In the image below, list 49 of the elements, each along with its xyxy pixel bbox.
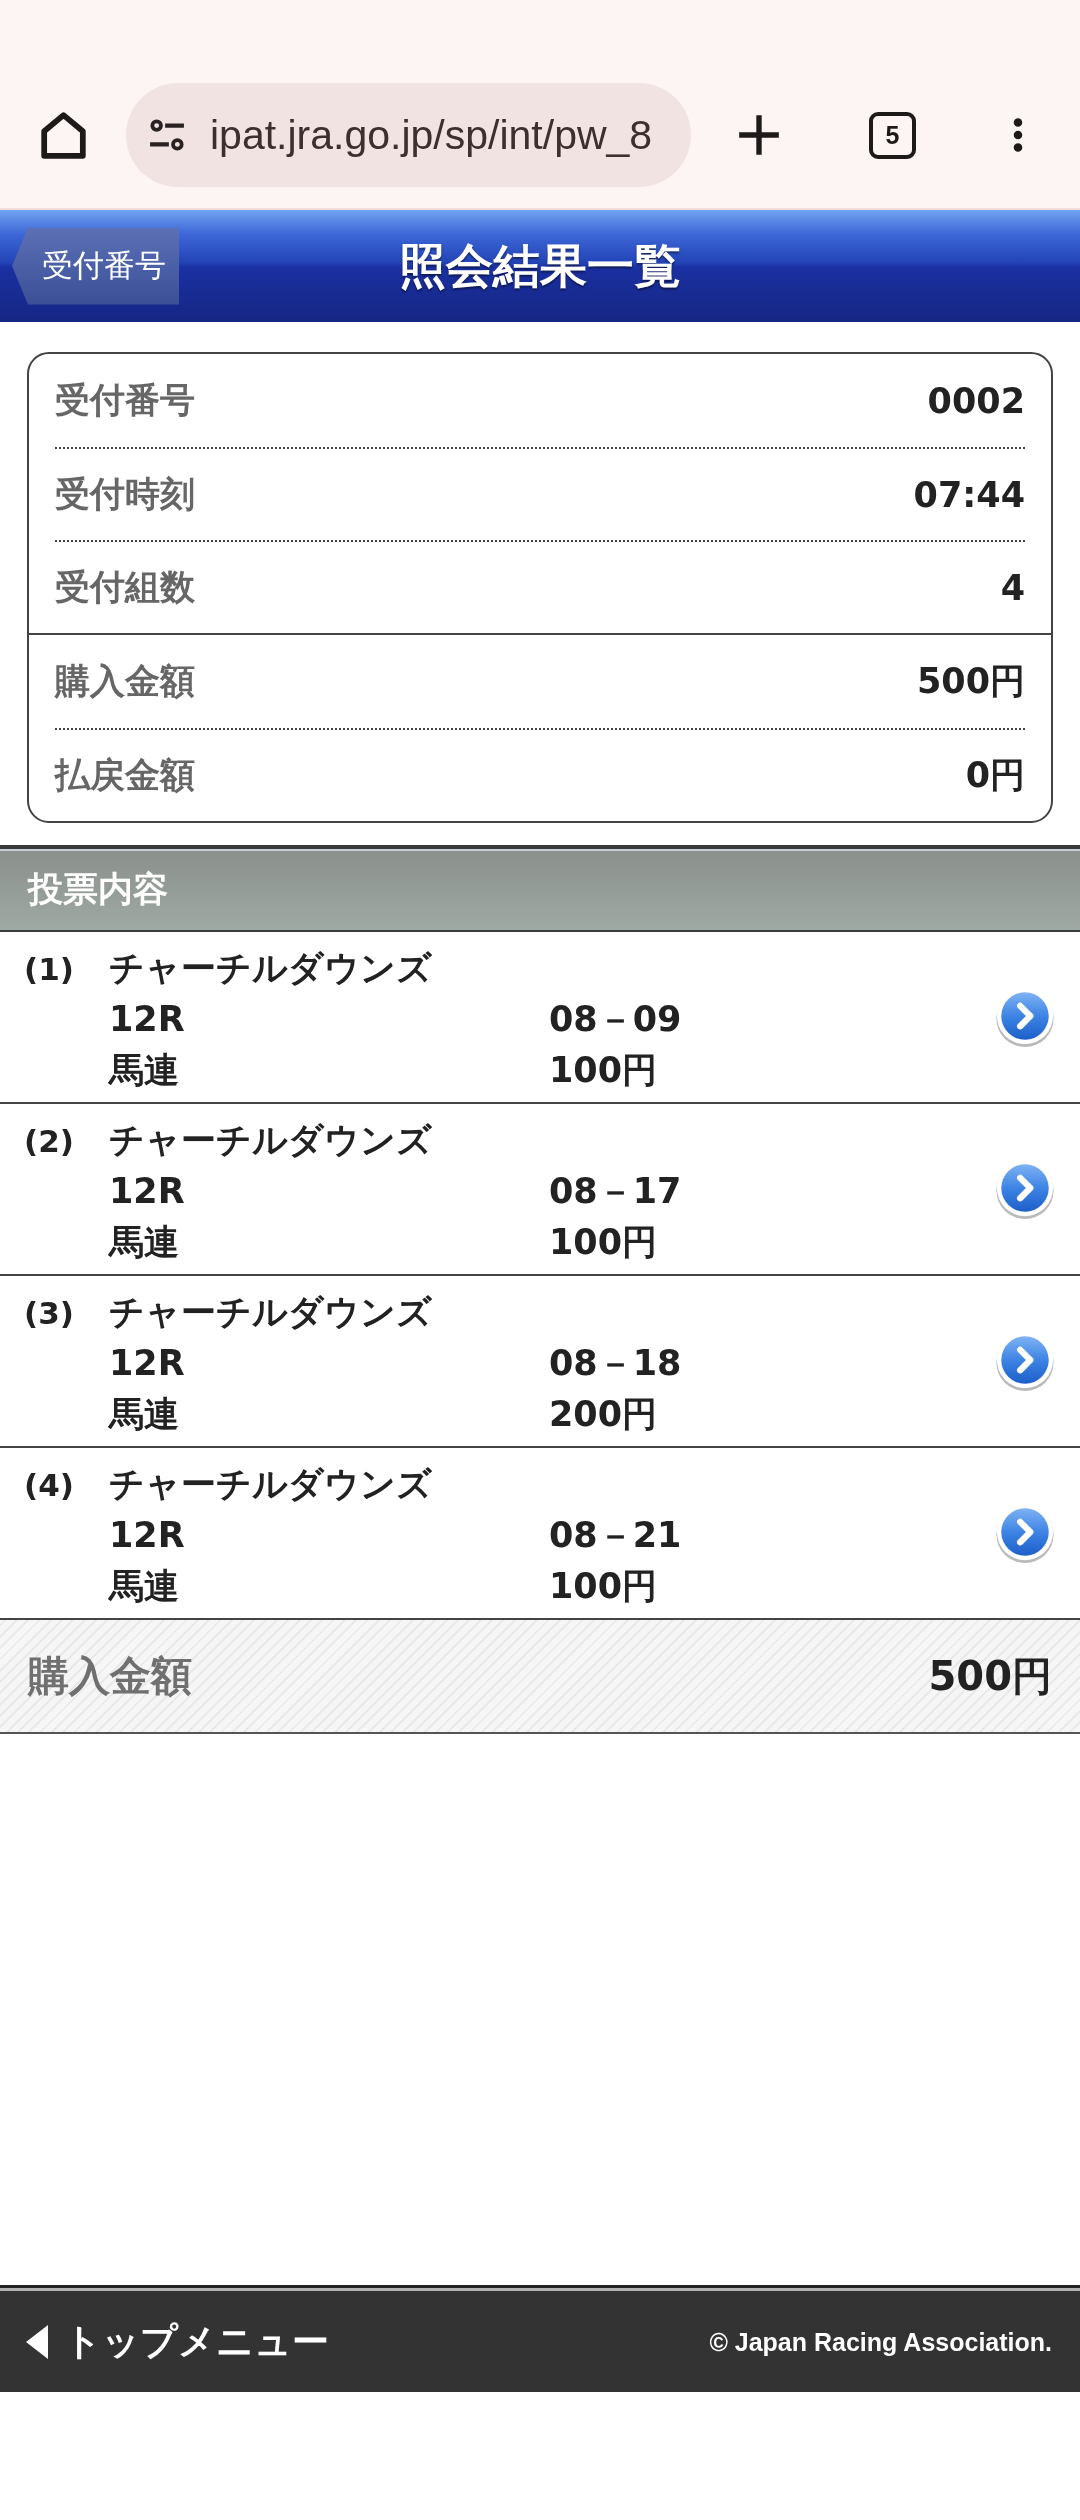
horse-combination: 08－21 xyxy=(549,1514,682,1557)
back-button[interactable]: 受付番号 xyxy=(12,227,179,305)
field-label: 購入金額 xyxy=(55,660,195,703)
page-title: 照会結果一覧 xyxy=(399,236,681,295)
race-number: 12R xyxy=(109,1170,185,1213)
bet-number: (3) xyxy=(24,1294,75,1333)
venue-name: チャーチルダウンズ xyxy=(109,1463,432,1506)
bet-type: 馬連 xyxy=(109,1221,179,1264)
home-icon[interactable] xyxy=(40,111,87,159)
bet-type: 馬連 xyxy=(109,1393,179,1436)
race-number: 12R xyxy=(109,998,185,1041)
venue-name: チャーチルダウンズ xyxy=(109,1119,432,1162)
triangle-left-icon xyxy=(26,2325,48,2359)
bet-amount: 100円 xyxy=(549,1221,658,1264)
bet-amount: 100円 xyxy=(549,1049,658,1092)
horse-combination: 08－18 xyxy=(549,1342,682,1385)
more-menu-icon[interactable] xyxy=(1013,116,1023,154)
field-label: 受付組数 xyxy=(55,566,195,609)
tune-icon[interactable] xyxy=(148,119,186,151)
total-label: 購入金額 xyxy=(28,1650,192,1702)
field-label: 払戻金額 xyxy=(55,754,195,797)
bet-number: (2) xyxy=(24,1122,75,1161)
section-header: 投票内容 xyxy=(0,845,1080,932)
bet-type: 馬連 xyxy=(109,1565,179,1608)
bet-number: (1) xyxy=(24,950,75,989)
bet-amount: 200円 xyxy=(549,1393,658,1436)
address-bar[interactable]: ipat.jra.go.jp/sp/int/pw_8 xyxy=(126,83,691,187)
field-value: 500円 xyxy=(916,660,1025,703)
venue-name: チャーチルダウンズ xyxy=(109,947,432,990)
field-value: 0円 xyxy=(965,754,1025,797)
top-menu-link[interactable]: トップメニュー xyxy=(26,2317,329,2367)
field-value: 4 xyxy=(1000,567,1025,608)
field-label: 受付番号 xyxy=(55,379,195,422)
total-value: 500円 xyxy=(928,1651,1052,1701)
bet-amount: 100円 xyxy=(549,1565,658,1608)
url-text: ipat.jra.go.jp/sp/int/pw_8 xyxy=(210,111,653,159)
horse-combination: 08－17 xyxy=(549,1170,682,1213)
field-label: 受付時刻 xyxy=(55,473,195,516)
tab-switcher-button[interactable]: 5 xyxy=(869,111,916,159)
plus-icon[interactable] xyxy=(738,114,780,156)
race-number: 12R xyxy=(109,1514,185,1557)
field-value: 07:44 xyxy=(913,474,1025,515)
horse-combination: 08－09 xyxy=(549,998,682,1041)
bet-type: 馬連 xyxy=(109,1049,179,1092)
race-number: 12R xyxy=(109,1342,185,1385)
venue-name: チャーチルダウンズ xyxy=(109,1291,432,1334)
bet-number: (4) xyxy=(24,1466,75,1505)
copyright-text: © Japan Racing Association. xyxy=(709,2327,1052,2357)
field-value: 0002 xyxy=(927,380,1025,421)
